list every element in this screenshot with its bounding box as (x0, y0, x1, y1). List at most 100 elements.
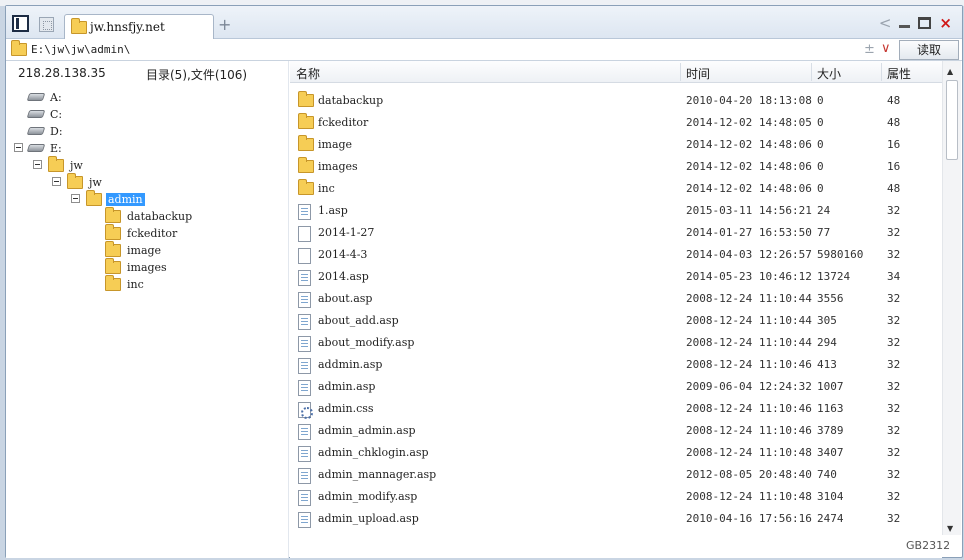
file-size: 1007 (817, 380, 844, 393)
file-name: images (318, 160, 358, 173)
column-header-time[interactable]: 时间 (686, 65, 710, 82)
file-row[interactable]: admin_mannager.asp 2012-08-05 20:48:40 740… (290, 464, 942, 486)
blank-file-icon (298, 248, 311, 264)
file-row[interactable]: 2014-4-3 2014-04-03 12:26:57 5980160 32 (290, 244, 942, 266)
file-row[interactable]: 1.asp 2015-03-11 14:56:21 24 32 (290, 200, 942, 222)
tree-item-label: admin (106, 192, 145, 206)
sidebar-toggle-icon[interactable] (12, 15, 29, 32)
collapse-icon[interactable] (33, 160, 42, 169)
folder-icon (105, 240, 121, 257)
read-button[interactable]: 读取 (899, 40, 959, 60)
file-size: 0 (817, 138, 824, 151)
file-row[interactable]: admin_chklogin.asp 2008-12-24 11:10:48 340… (290, 442, 942, 464)
tree-item-label: images (127, 260, 167, 274)
tree-item-label: image (127, 243, 162, 257)
path-input[interactable]: E:\jw\jw\admin\ (31, 43, 130, 56)
scroll-up-icon[interactable]: ▲ (947, 67, 953, 76)
file-name: admin_mannager.asp (318, 468, 437, 481)
folder-row[interactable]: image 2014-12-02 14:48:06 0 16 (290, 134, 942, 156)
tree-item-admin[interactable]: admin (86, 189, 145, 207)
file-size: 1163 (817, 402, 844, 415)
back-icon[interactable]: < (879, 15, 892, 31)
file-row[interactable]: admin.css 2008-12-24 11:10:46 1163 32 (290, 398, 942, 420)
file-size: 740 (817, 468, 837, 481)
tree-item-label: databackup (127, 209, 193, 223)
file-row[interactable]: about_modify.asp 2008-12-24 11:10:44 294 32 (290, 332, 942, 354)
close-icon[interactable]: × (939, 15, 952, 31)
vertical-scrollbar[interactable]: ▲ ▼ (942, 61, 961, 535)
folder-icon (105, 223, 121, 240)
tree-item-jw[interactable]: jw (48, 155, 85, 173)
folder-icon (298, 157, 314, 173)
drive-icon (26, 110, 46, 118)
file-time: 2008-12-24 11:10:48 (686, 490, 812, 503)
tree-item-label: fckeditor (127, 226, 178, 240)
file-list-header: 名称 时间 大小 属性 (290, 61, 942, 83)
tree-item-inc[interactable]: inc (105, 274, 146, 292)
tree-item-drive-a[interactable]: A: (26, 89, 64, 105)
tree-item-image[interactable]: image (105, 240, 163, 258)
file-attr: 32 (887, 226, 901, 239)
tree-item-jw-sub[interactable]: jw (67, 172, 104, 190)
blank-tab-icon[interactable] (39, 17, 54, 32)
directory-tree-panel: 218.28.138.35 目录(5),文件(106) A: C: D: E: … (6, 61, 289, 558)
column-header-size[interactable]: 大小 (817, 65, 841, 82)
file-size: 3407 (817, 446, 844, 459)
file-name: admin_modify.asp (318, 490, 418, 503)
tab-title: jw.hnsfjy.net (90, 20, 165, 34)
file-row[interactable]: about_add.asp 2008-12-24 11:10:44 305 32 (290, 310, 942, 332)
folder-row[interactable]: inc 2014-12-02 14:48:06 0 48 (290, 178, 942, 200)
file-time: 2014-12-02 14:48:06 (686, 138, 812, 151)
tab-active[interactable]: jw.hnsfjy.net (64, 14, 214, 39)
file-row[interactable]: 2014-1-27 2014-01-27 16:53:50 77 32 (290, 222, 942, 244)
file-row[interactable]: admin_modify.asp 2008-12-24 11:10:48 3104 3… (290, 486, 942, 508)
asp-file-icon (298, 490, 311, 506)
collapse-icon[interactable] (14, 143, 23, 152)
file-attr: 32 (887, 446, 901, 459)
new-tab-button[interactable]: + (218, 15, 231, 34)
column-divider[interactable] (811, 63, 812, 81)
tree-item-label: D: (50, 124, 63, 138)
folder-row[interactable]: databackup 2010-04-20 18:13:08 0 48 (290, 90, 942, 112)
file-row[interactable]: admin_upload.asp 2010-04-16 17:56:16 2474 3… (290, 508, 942, 530)
collapse-icon[interactable] (52, 177, 61, 186)
tree-item-drive-d[interactable]: D: (26, 123, 65, 139)
scroll-down-icon[interactable]: ▼ (947, 524, 953, 533)
maximize-icon[interactable] (918, 17, 932, 29)
file-row[interactable]: admin.asp 2009-06-04 12:24:32 1007 32 (290, 376, 942, 398)
folder-row[interactable]: fckeditor 2014-12-02 14:48:05 0 48 (290, 112, 942, 134)
folder-icon (105, 257, 121, 274)
file-row[interactable]: about.asp 2008-12-24 11:10:44 3556 32 (290, 288, 942, 310)
asp-file-icon (298, 512, 311, 528)
file-row[interactable]: 2014.asp 2014-05-23 10:46:12 13724 34 (290, 266, 942, 288)
asp-file-icon (298, 468, 311, 484)
tree-item-drive-c[interactable]: C: (26, 106, 64, 122)
file-attr: 32 (887, 314, 901, 327)
chevron-down-icon[interactable]: ∨ (881, 41, 891, 56)
tree-item-databackup[interactable]: databackup (105, 206, 194, 224)
column-divider[interactable] (881, 63, 882, 81)
tree-item-fckeditor[interactable]: fckeditor (105, 223, 179, 241)
asp-file-icon (298, 270, 311, 286)
folder-icon (298, 179, 314, 195)
folder-icon (48, 155, 64, 172)
column-header-name[interactable]: 名称 (296, 65, 320, 82)
tree-item-images[interactable]: images (105, 257, 169, 275)
scrollbar-thumb[interactable] (946, 80, 958, 160)
collapse-icon[interactable] (71, 194, 80, 203)
file-time: 2008-12-24 11:10:44 (686, 314, 812, 327)
plus-minus-icon[interactable]: ± (864, 42, 875, 57)
file-time: 2014-05-23 10:46:12 (686, 270, 812, 283)
folder-icon (298, 91, 314, 107)
tree-item-drive-e[interactable]: E: (26, 140, 64, 156)
file-attr: 32 (887, 512, 901, 525)
folder-open-icon (86, 189, 102, 206)
minimize-icon[interactable] (899, 24, 911, 28)
file-row[interactable]: addmin.asp 2008-12-24 11:10:46 413 32 (290, 354, 942, 376)
file-list-panel: 名称 时间 大小 属性 databackup 2010-04-20 18:13:0… (290, 61, 942, 558)
column-divider[interactable] (680, 63, 681, 81)
column-header-attr[interactable]: 属性 (887, 65, 911, 82)
file-row[interactable]: admin_admin.asp 2008-12-24 11:10:46 3789 32 (290, 420, 942, 442)
folder-row[interactable]: images 2014-12-02 14:48:06 0 16 (290, 156, 942, 178)
item-counts: 目录(5),文件(106) (146, 68, 248, 82)
